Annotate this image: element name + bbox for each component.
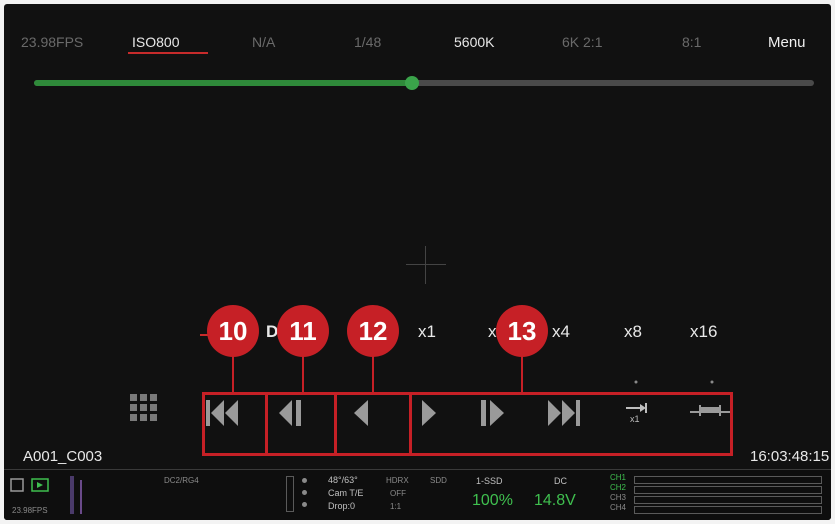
histogram-bar-2: [80, 480, 82, 514]
iso-readout[interactable]: ISO800: [132, 34, 179, 50]
loop-indicator-dot: [634, 380, 638, 384]
media-remaining: 100%: [472, 492, 513, 509]
speed-x16[interactable]: x16: [690, 322, 717, 342]
callout-box-12: [334, 392, 412, 456]
status-dot-2: [302, 490, 307, 495]
crosshair-vertical: [425, 246, 426, 284]
grid-icon[interactable]: [130, 394, 158, 430]
shutter-angle: 48°/63°: [328, 475, 358, 485]
timeline-scrub-handle[interactable]: [405, 76, 420, 90]
bottom-fps: 23.98FPS: [12, 506, 48, 515]
power-voltage: 14.8V: [534, 492, 576, 509]
hdrx-label: HDRX: [386, 476, 409, 485]
audio-channel-meters: [634, 476, 822, 516]
callout-box-13: [409, 392, 733, 456]
playback-mode-icon[interactable]: [10, 476, 50, 496]
drop-frames: Drop:0: [328, 501, 356, 511]
timecode: 16:03:48:15: [750, 448, 830, 465]
menu-button[interactable]: Menu: [768, 34, 806, 51]
playback-timeline[interactable]: [34, 76, 814, 90]
callout-box-10: [202, 392, 268, 456]
callout-badge-13: 13: [496, 305, 548, 357]
media-label: 1-SSD: [476, 476, 503, 486]
crosshair-horizontal: [406, 264, 446, 265]
speed-x4[interactable]: x4: [552, 322, 570, 342]
histogram-bar: [70, 476, 74, 514]
status-dot-1: [302, 478, 307, 483]
speed-x8[interactable]: x8: [624, 322, 642, 342]
clip-name: A001_C003: [23, 448, 103, 465]
camera-mode: Cam T/E: [328, 488, 364, 498]
ratio-value: 1:1: [390, 502, 402, 511]
callout-badge-10: 10: [207, 305, 259, 357]
fps-readout[interactable]: 23.98FPS: [21, 34, 83, 50]
timeline-progress: [34, 80, 413, 86]
aperture-readout[interactable]: N/A: [252, 34, 275, 50]
shutter-readout[interactable]: 1/48: [354, 34, 381, 50]
range-indicator-dot: [710, 380, 714, 384]
callout-badge-11: 11: [277, 305, 329, 357]
compression-readout[interactable]: 8:1: [682, 34, 701, 50]
sdd-label: SDD: [430, 476, 447, 485]
status-dot-3: [302, 502, 307, 507]
audio-level-meter: [286, 476, 294, 512]
resolution-readout[interactable]: 6K 2:1: [562, 34, 602, 50]
channel-4: CH4: [610, 503, 627, 512]
channel-3: CH3: [610, 493, 627, 502]
channel-2: CH2: [610, 483, 627, 492]
speed-x1[interactable]: x1: [418, 322, 436, 342]
bottom-status-bar: 23.98FPS DC2/RG4 48°/63° Cam T/E Drop:0 …: [4, 469, 831, 520]
callout-stem-10: [232, 354, 234, 394]
callout-box-11: [265, 392, 337, 456]
iso-selected-indicator: [128, 52, 208, 54]
callout-stem-13: [521, 354, 523, 394]
codec-readout: DC2/RG4: [164, 476, 199, 485]
power-label: DC: [554, 476, 567, 486]
callout-stem-11: [302, 354, 304, 394]
hdrx-value: OFF: [390, 489, 406, 498]
callout-stem-12: [372, 354, 374, 394]
camera-playback-screen: 23.98FPS ISO800 N/A 1/48 5600K 6K 2:1 8:…: [4, 4, 831, 520]
white-balance-readout[interactable]: 5600K: [454, 34, 494, 50]
callout-badge-12: 12: [347, 305, 399, 357]
channel-1: CH1: [610, 473, 627, 482]
top-status-bar: 23.98FPS ISO800 N/A 1/48 5600K 6K 2:1 8:…: [4, 4, 831, 64]
